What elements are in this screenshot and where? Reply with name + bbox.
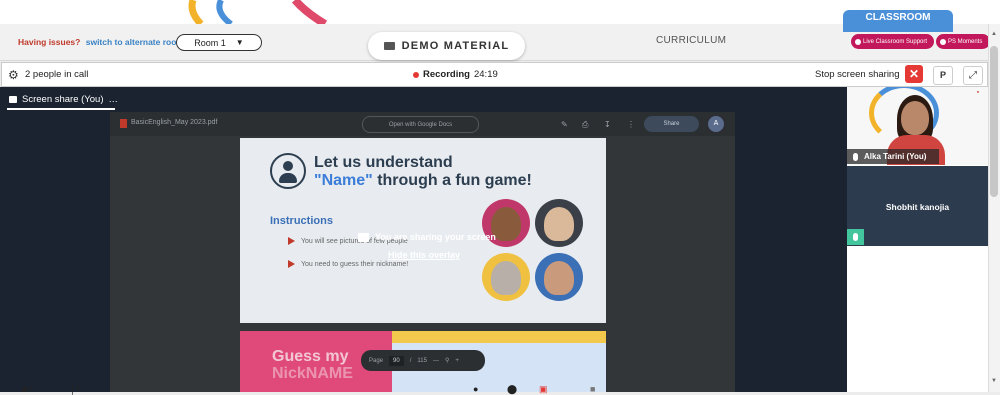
open-google-docs-button[interactable]: Open with Google Docs xyxy=(362,116,479,133)
page-separator: / xyxy=(409,357,412,364)
tab-underline xyxy=(7,108,115,110)
slide2-title-2: NickNAME xyxy=(272,365,353,382)
add-comment-icon[interactable]: ✎ xyxy=(561,120,568,129)
person-icon xyxy=(270,153,306,189)
share-screen-icon xyxy=(358,232,369,242)
share-toolbar-icon[interactable]: ▣ xyxy=(539,384,548,395)
ps-moments-label: PS Moments xyxy=(948,38,983,45)
slide2-title-1: Guess my xyxy=(272,348,349,365)
switch-room-link[interactable]: switch to alternate room xyxy=(86,37,184,47)
person-icon-head xyxy=(283,161,293,171)
demo-material-button[interactable]: DEMO MATERIAL xyxy=(368,32,525,60)
hide-overlay-link[interactable]: Hide this overlay xyxy=(388,250,460,260)
slide-heading-1: Let us understand xyxy=(314,154,453,171)
live-support-label: Live Classroom Support xyxy=(863,38,928,45)
gear-icon[interactable]: ⚙ xyxy=(8,68,19,82)
pdf-share-label: Share xyxy=(663,121,680,127)
recording-indicator: Recording 24:19 xyxy=(413,69,498,80)
open-docs-label: Open with Google Docs xyxy=(388,121,453,128)
bullet-text-2: You need to guess their nickname! xyxy=(301,260,409,268)
portrait-photo xyxy=(535,253,583,301)
expand-icon[interactable]: ⤢ xyxy=(963,66,983,85)
p-button[interactable]: P xyxy=(933,66,953,85)
more-icon[interactable]: … xyxy=(109,94,119,105)
pdf-share-button[interactable]: Share xyxy=(644,116,699,132)
support-icon xyxy=(855,38,861,45)
print-icon[interactable]: ⎙ xyxy=(582,120,588,130)
page-label: Page xyxy=(369,357,384,364)
slide-heading-rest: through a fun game! xyxy=(372,172,532,189)
person-toolbar-icon[interactable]: ● xyxy=(473,384,478,394)
brand-decoration xyxy=(188,0,328,24)
curriculum-tab[interactable]: CURRICULUM xyxy=(656,35,726,46)
page-number-input[interactable]: 90 xyxy=(389,355,404,366)
moments-icon xyxy=(940,38,946,45)
circle-toolbar-icon[interactable]: ⬤ xyxy=(507,384,517,395)
participant-name-tag: Alka Tarini (You) xyxy=(847,149,939,164)
overlay-title-text: You are sharing your screen xyxy=(375,232,496,242)
pdf-filename: BasicEnglish_May 2023.pdf xyxy=(131,119,218,126)
stop-sharing-button[interactable]: ✕ xyxy=(905,65,923,83)
play-triangle-icon xyxy=(288,260,295,268)
slide-heading-2: "Name" through a fun game! xyxy=(314,172,532,190)
pdf-file-icon xyxy=(120,119,127,128)
stop-sharing-label: Stop screen sharing xyxy=(815,69,900,80)
slide-heading-name: "Name" xyxy=(314,172,373,189)
zoom-icon[interactable]: ⚲ xyxy=(445,357,449,364)
page-controls: Page 90 / 115 — ⚲ + xyxy=(361,350,485,371)
ps-moments-button[interactable]: PS Moments xyxy=(936,34,990,49)
record-dot-icon xyxy=(413,71,419,78)
folder-icon xyxy=(383,42,395,50)
zoom-in-icon[interactable]: + xyxy=(455,358,459,364)
play-triangle-icon xyxy=(288,237,295,245)
issues-text: Having issues? xyxy=(18,37,81,47)
avatar-face xyxy=(901,101,929,135)
participant-name-2: Shobhit kanojia xyxy=(885,202,950,212)
recording-time: 24:19 xyxy=(473,69,498,80)
more-vert-icon[interactable]: ⋮ xyxy=(627,120,635,129)
scroll-up-icon[interactable]: ▲ xyxy=(991,31,997,37)
scroll-thumb[interactable] xyxy=(990,46,998,197)
room-select[interactable]: Room 1 ▼ xyxy=(176,34,262,51)
screen-share-icon xyxy=(9,96,17,103)
screen-share-tab[interactable]: Screen share (You) … xyxy=(9,94,118,105)
portrait-photo xyxy=(535,199,583,247)
instructions-heading: Instructions xyxy=(270,215,333,227)
page-total: 115 xyxy=(417,357,427,364)
sharing-overlay-title: You are sharing your screen xyxy=(358,232,496,242)
instruction-bullet: You need to guess their nickname! xyxy=(288,260,408,268)
download-icon[interactable]: ↧ xyxy=(604,120,611,129)
zoom-out-icon[interactable]: — xyxy=(433,358,439,364)
mic-icon xyxy=(853,152,858,161)
participant-name-1: Alka Tarini (You) xyxy=(864,152,927,161)
issues-notice: Having issues? switch to alternate room xyxy=(18,37,184,47)
account-avatar[interactable]: A xyxy=(708,116,724,132)
screen-share-tab-label: Screen share (You) xyxy=(22,94,104,105)
brand-logo: ● xyxy=(976,89,980,94)
classroom-tab[interactable]: CLASSROOM xyxy=(843,10,953,32)
room-select-value: Room 1 xyxy=(194,37,226,48)
demo-material-label: DEMO MATERIAL xyxy=(401,40,510,52)
more-toolbar-icon[interactable]: ■ xyxy=(590,384,595,394)
people-count: 2 people in call xyxy=(25,69,89,80)
live-support-button[interactable]: Live Classroom Support xyxy=(851,34,934,49)
mic-active-icon xyxy=(847,229,864,245)
recording-label: Recording xyxy=(423,69,470,80)
camera-icon[interactable]: ■˅ xyxy=(22,384,33,394)
person-icon-body xyxy=(279,173,297,183)
caret-down-icon: ▼ xyxy=(235,38,244,47)
mic-toggle-icon[interactable]: │˅ xyxy=(70,384,81,394)
scroll-down-icon[interactable]: ▼ xyxy=(991,378,997,384)
portrait-photo xyxy=(482,253,530,301)
